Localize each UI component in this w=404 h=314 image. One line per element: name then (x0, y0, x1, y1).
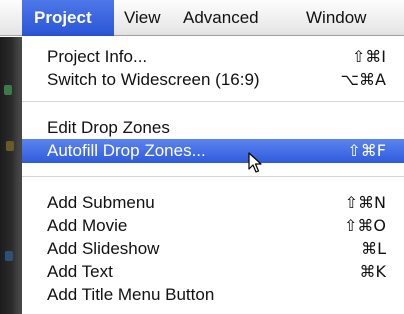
menu-item-label: Add Movie (47, 216, 128, 235)
menu-item-label: Project Info... (47, 47, 148, 66)
menu-item-add-submenu[interactable]: Add Submenu ⇧⌘N (22, 191, 404, 214)
menu-item-add-title-menu-button[interactable]: Add Title Menu Button (22, 283, 404, 306)
project-menu-dropdown: Project Info... ⇧⌘I Switch to Widescreen… (22, 36, 404, 314)
menu-project[interactable]: Project (22, 0, 114, 36)
arrow-cursor-icon (248, 152, 262, 173)
menu-item-shortcut: ⌘K (359, 262, 387, 281)
menu-item-label: Add Submenu (47, 193, 155, 212)
menu-item-label: Add Title Menu Button (47, 285, 215, 304)
menu-item-autofill-drop-zones[interactable]: Autofill Drop Zones... ⇧⌘F (22, 139, 404, 163)
background-thumbnail (5, 251, 13, 261)
menu-item-add-text[interactable]: Add Text ⌘K (22, 260, 404, 283)
menu-item-shortcut: ⌘L (361, 239, 386, 258)
menu-item-shortcut: ⇧⌘I (351, 47, 386, 66)
menu-item-label: Edit Drop Zones (47, 118, 170, 137)
menu-item-shortcut: ⌥⌘A (340, 70, 386, 89)
background-thumbnail (6, 141, 14, 151)
background-window-edge (0, 37, 22, 314)
menu-window[interactable]: Window (306, 0, 366, 36)
menu-item-label: Autofill Drop Zones... (47, 141, 206, 160)
menu-item-project-info[interactable]: Project Info... ⇧⌘I (22, 45, 404, 68)
menu-item-switch-widescreen[interactable]: Switch to Widescreen (16:9) ⌥⌘A (22, 68, 404, 91)
menu-item-shortcut: ⇧⌘F (347, 141, 386, 160)
app-screen: Project View Advanced Window Project Inf… (0, 0, 404, 314)
menu-item-label: Add Text (47, 262, 113, 281)
menu-item-label: Switch to Widescreen (16:9) (47, 70, 260, 89)
menu-view[interactable]: View (124, 0, 161, 36)
menu-item-add-movie[interactable]: Add Movie ⇧⌘O (22, 214, 404, 237)
menu-item-shortcut: ⇧⌘O (344, 216, 386, 235)
menu-item-label: Add Slideshow (47, 239, 160, 258)
background-thumbnail (4, 85, 12, 95)
menu-advanced[interactable]: Advanced (183, 0, 259, 36)
menu-separator (22, 176, 404, 177)
menu-item-shortcut: ⇧⌘N (344, 193, 386, 212)
menu-separator (22, 101, 404, 102)
menu-item-edit-drop-zones[interactable]: Edit Drop Zones (22, 116, 404, 139)
menu-item-add-slideshow[interactable]: Add Slideshow ⌘L (22, 237, 404, 260)
menu-bar: Project View Advanced Window (0, 0, 404, 36)
